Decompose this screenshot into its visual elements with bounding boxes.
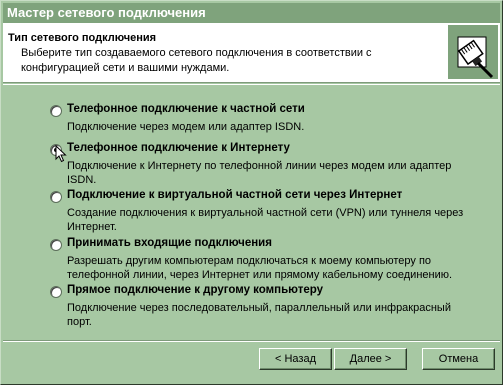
footer-divider (3, 340, 500, 342)
cancel-button[interactable]: Отмена (422, 348, 495, 370)
mouse-cursor-icon (55, 145, 67, 163)
window-title: Мастер сетевого подключения (7, 5, 206, 20)
page-title: Тип сетевого подключения (8, 32, 157, 44)
option-label[interactable]: Телефонное подключение к Интернету (67, 142, 290, 154)
option-description: Подключение к Интернету по телефонной ли… (67, 160, 452, 186)
option-description: Создание подключения к виртуальной частн… (67, 207, 464, 233)
option-description: Подключение через последовательный, пара… (67, 302, 451, 328)
option-label[interactable]: Телефонное подключение к частной сети (67, 103, 305, 115)
page-subtitle: Выберите тип создаваемого сетевого подкл… (21, 47, 372, 74)
back-button[interactable]: < Назад (259, 348, 332, 370)
header-divider (3, 84, 500, 85)
option-description: Подключение через модем или адаптер ISDN… (67, 121, 305, 133)
option-label[interactable]: Подключение к виртуальной частной сети ч… (67, 189, 402, 201)
next-button[interactable]: Далее > (334, 348, 407, 370)
radio-direct[interactable] (50, 286, 62, 298)
radio-private-network-dialup[interactable] (50, 105, 62, 117)
radio-incoming[interactable] (50, 239, 62, 251)
option-label[interactable]: Прямое подключение к другому компьютеру (67, 284, 323, 296)
option-label[interactable]: Принимать входящие подключения (67, 237, 272, 249)
wizard-header: Тип сетевого подключения Выберите тип со… (3, 23, 500, 83)
radio-vpn[interactable] (50, 191, 62, 203)
option-description: Разрешать другим компьютерам подключатьс… (67, 255, 453, 281)
wizard-window: Мастер сетевого подключения Тип сетевого… (0, 0, 503, 385)
network-cable-icon (448, 25, 498, 79)
title-bar[interactable]: Мастер сетевого подключения (3, 3, 500, 23)
